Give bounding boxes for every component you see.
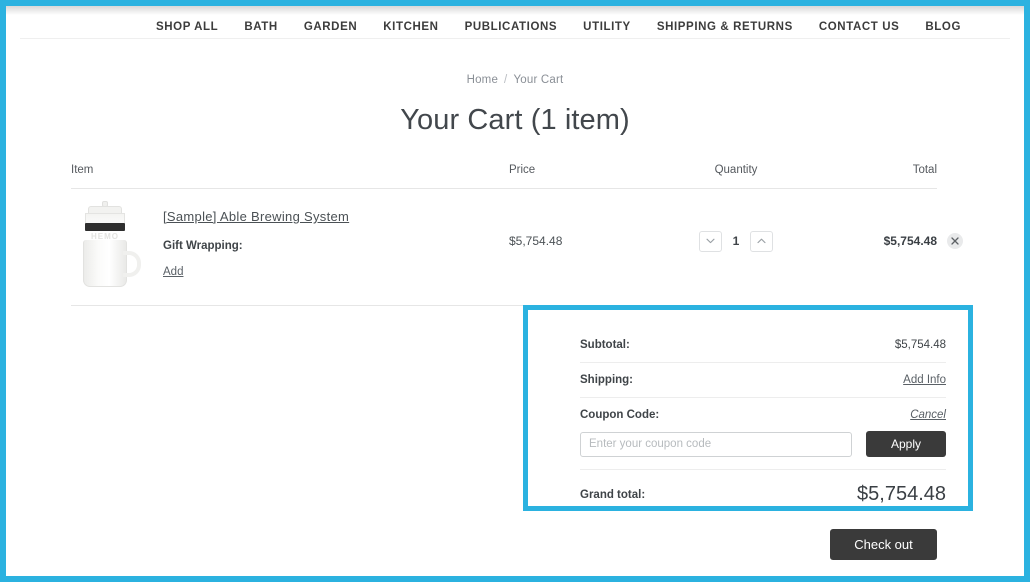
remove-item-button[interactable]	[947, 233, 963, 249]
shipping-add-info-link[interactable]: Add Info	[903, 374, 946, 386]
breadcrumb-home[interactable]: Home	[467, 74, 498, 86]
nav-item-shipping-returns[interactable]: SHIPPING & RETURNS	[657, 21, 793, 33]
cart-item-price: $5,754.48	[509, 234, 563, 248]
primary-navigation: SHOP ALL BATH GARDEN KITCHEN PUBLICATION…	[6, 15, 1024, 38]
checkout-button[interactable]: Check out	[830, 529, 937, 560]
shipping-row: Shipping: Add Info	[580, 363, 946, 398]
coupon-code-label: Coupon Code:	[580, 409, 660, 421]
chevron-down-icon	[706, 238, 715, 244]
cart-table-header: Item Price Quantity Total	[71, 164, 937, 189]
coupon-label-row: Coupon Code: Cancel	[580, 398, 946, 423]
nav-item-shop-all[interactable]: SHOP ALL	[156, 21, 218, 33]
column-header-total: Total	[912, 164, 937, 176]
coupon-cancel-link[interactable]: Cancel	[910, 409, 946, 421]
page-title: Your Cart (1 item)	[400, 104, 630, 136]
quantity-stepper: 1	[651, 230, 821, 252]
product-name-link[interactable]: [Sample] Able Brewing System	[163, 209, 349, 224]
product-thumbnail-icon[interactable]: HEMO	[71, 201, 149, 289]
nav-item-blog[interactable]: BLOG	[925, 21, 961, 33]
nav-item-bath[interactable]: BATH	[244, 21, 278, 33]
nav-item-garden[interactable]: GARDEN	[304, 21, 357, 33]
nav-item-contact-us[interactable]: CONTACT US	[819, 21, 900, 33]
coupon-entry-row: Apply	[580, 423, 946, 470]
gift-wrapping-add-link[interactable]: Add	[163, 266, 183, 278]
column-header-item: Item	[71, 164, 94, 176]
cart-item-info: [Sample] Able Brewing System Gift Wrappi…	[163, 201, 349, 280]
browser-viewport: SHOP ALL BATH GARDEN KITCHEN PUBLICATION…	[0, 0, 1030, 582]
column-header-quantity: Quantity	[714, 164, 758, 176]
breadcrumb-separator: /	[504, 74, 508, 86]
quantity-value[interactable]: 1	[722, 234, 750, 248]
table-row: HEMO [Sample] Able Brewing System Gift W…	[71, 189, 963, 293]
shipping-label: Shipping:	[580, 374, 634, 386]
subtotal-row: Subtotal: $5,754.48	[580, 328, 946, 363]
mug-body-shape	[83, 240, 127, 287]
cart-table: Item Price Quantity Total HEMO [Sample] …	[71, 164, 963, 293]
quantity-decrement-button[interactable]	[699, 230, 722, 252]
mug-handle-shape	[123, 251, 141, 277]
order-summary-panel: Subtotal: $5,754.48 Shipping: Add Info C…	[523, 305, 973, 511]
coupon-code-input[interactable]	[580, 431, 852, 457]
nav-item-utility[interactable]: UTILITY	[583, 21, 631, 33]
nav-item-kitchen[interactable]: KITCHEN	[383, 21, 438, 33]
cart-item-total: $5,754.48	[883, 234, 937, 248]
cart-item-cell: HEMO [Sample] Able Brewing System Gift W…	[71, 193, 501, 289]
mug-collar-shape	[85, 223, 125, 231]
grand-total-label: Grand total:	[580, 488, 646, 501]
nav-item-publications[interactable]: PUBLICATIONS	[465, 21, 558, 33]
column-header-price: Price	[509, 164, 536, 176]
gift-wrapping-label: Gift Wrapping:	[163, 240, 243, 252]
close-icon	[951, 237, 959, 245]
cart-page: SHOP ALL BATH GARDEN KITCHEN PUBLICATION…	[6, 6, 1024, 576]
grand-total-row: Grand total: $5,754.48	[580, 470, 946, 506]
top-gradient-band	[6, 6, 1024, 15]
grand-total-value: $5,754.48	[857, 483, 946, 505]
subtotal-value: $5,754.48	[894, 339, 946, 351]
nav-divider	[20, 38, 1010, 39]
breadcrumb: Home / Your Cart	[6, 74, 1024, 86]
subtotal-label: Subtotal:	[580, 339, 630, 351]
apply-coupon-button[interactable]: Apply	[866, 431, 946, 457]
chevron-up-icon	[757, 238, 766, 244]
mug-brand-text: HEMO	[91, 232, 119, 241]
breadcrumb-current: Your Cart	[513, 74, 564, 86]
quantity-increment-button[interactable]	[750, 230, 773, 252]
